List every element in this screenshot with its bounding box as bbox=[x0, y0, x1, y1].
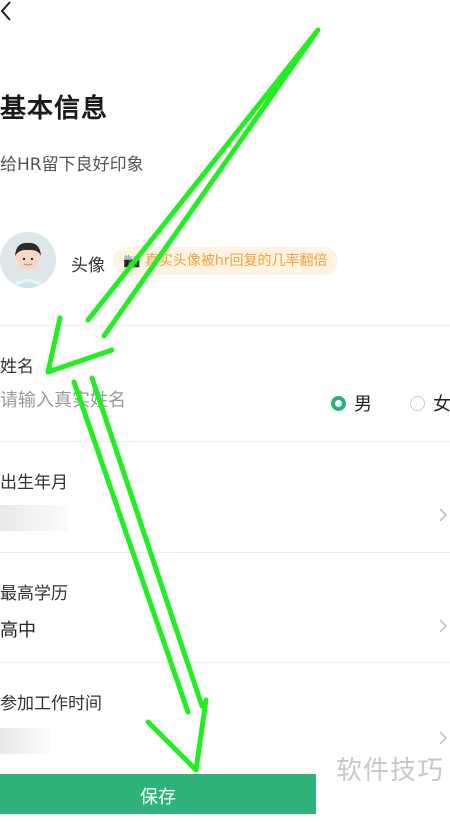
radio-unselected-icon bbox=[410, 395, 425, 411]
gender-female-label: 女 bbox=[433, 394, 450, 415]
chevron-right-icon[interactable] bbox=[438, 730, 448, 746]
birth-value-redacted[interactable] bbox=[0, 505, 68, 531]
avatar-tip-badge: 📷 真实头像被hr回复的几率翻倍 bbox=[113, 247, 338, 275]
save-button[interactable]: 保存 bbox=[0, 774, 316, 814]
divider bbox=[0, 441, 450, 442]
work-start-label: 参加工作时间 bbox=[0, 694, 102, 714]
education-value[interactable]: 高中 bbox=[0, 616, 36, 642]
watermark: 软件技巧 bbox=[335, 756, 444, 786]
gender-male-radio[interactable]: 男 bbox=[331, 390, 372, 416]
avatar[interactable] bbox=[0, 232, 56, 288]
radio-selected-icon bbox=[331, 395, 346, 411]
education-label: 最高学历 bbox=[0, 584, 68, 604]
avatar-label: 头像 bbox=[71, 256, 105, 276]
name-label: 姓名 bbox=[0, 357, 34, 377]
gender-female-radio[interactable]: 女 bbox=[410, 390, 450, 416]
chevron-right-icon[interactable] bbox=[438, 618, 448, 634]
birth-label: 出生年月 bbox=[0, 473, 68, 493]
name-input[interactable] bbox=[0, 385, 280, 415]
divider bbox=[0, 552, 450, 553]
gender-male-label: 男 bbox=[354, 394, 372, 415]
chevron-right-icon[interactable] bbox=[438, 507, 448, 523]
page-title: 基本信息 bbox=[0, 94, 109, 124]
chevron-left-icon[interactable] bbox=[0, 0, 18, 22]
work-start-value-redacted[interactable] bbox=[0, 728, 50, 754]
divider bbox=[0, 662, 450, 663]
divider bbox=[0, 325, 450, 326]
avatar-icon bbox=[0, 232, 56, 288]
page-subtitle: 给HR留下良好印象 bbox=[0, 155, 144, 175]
